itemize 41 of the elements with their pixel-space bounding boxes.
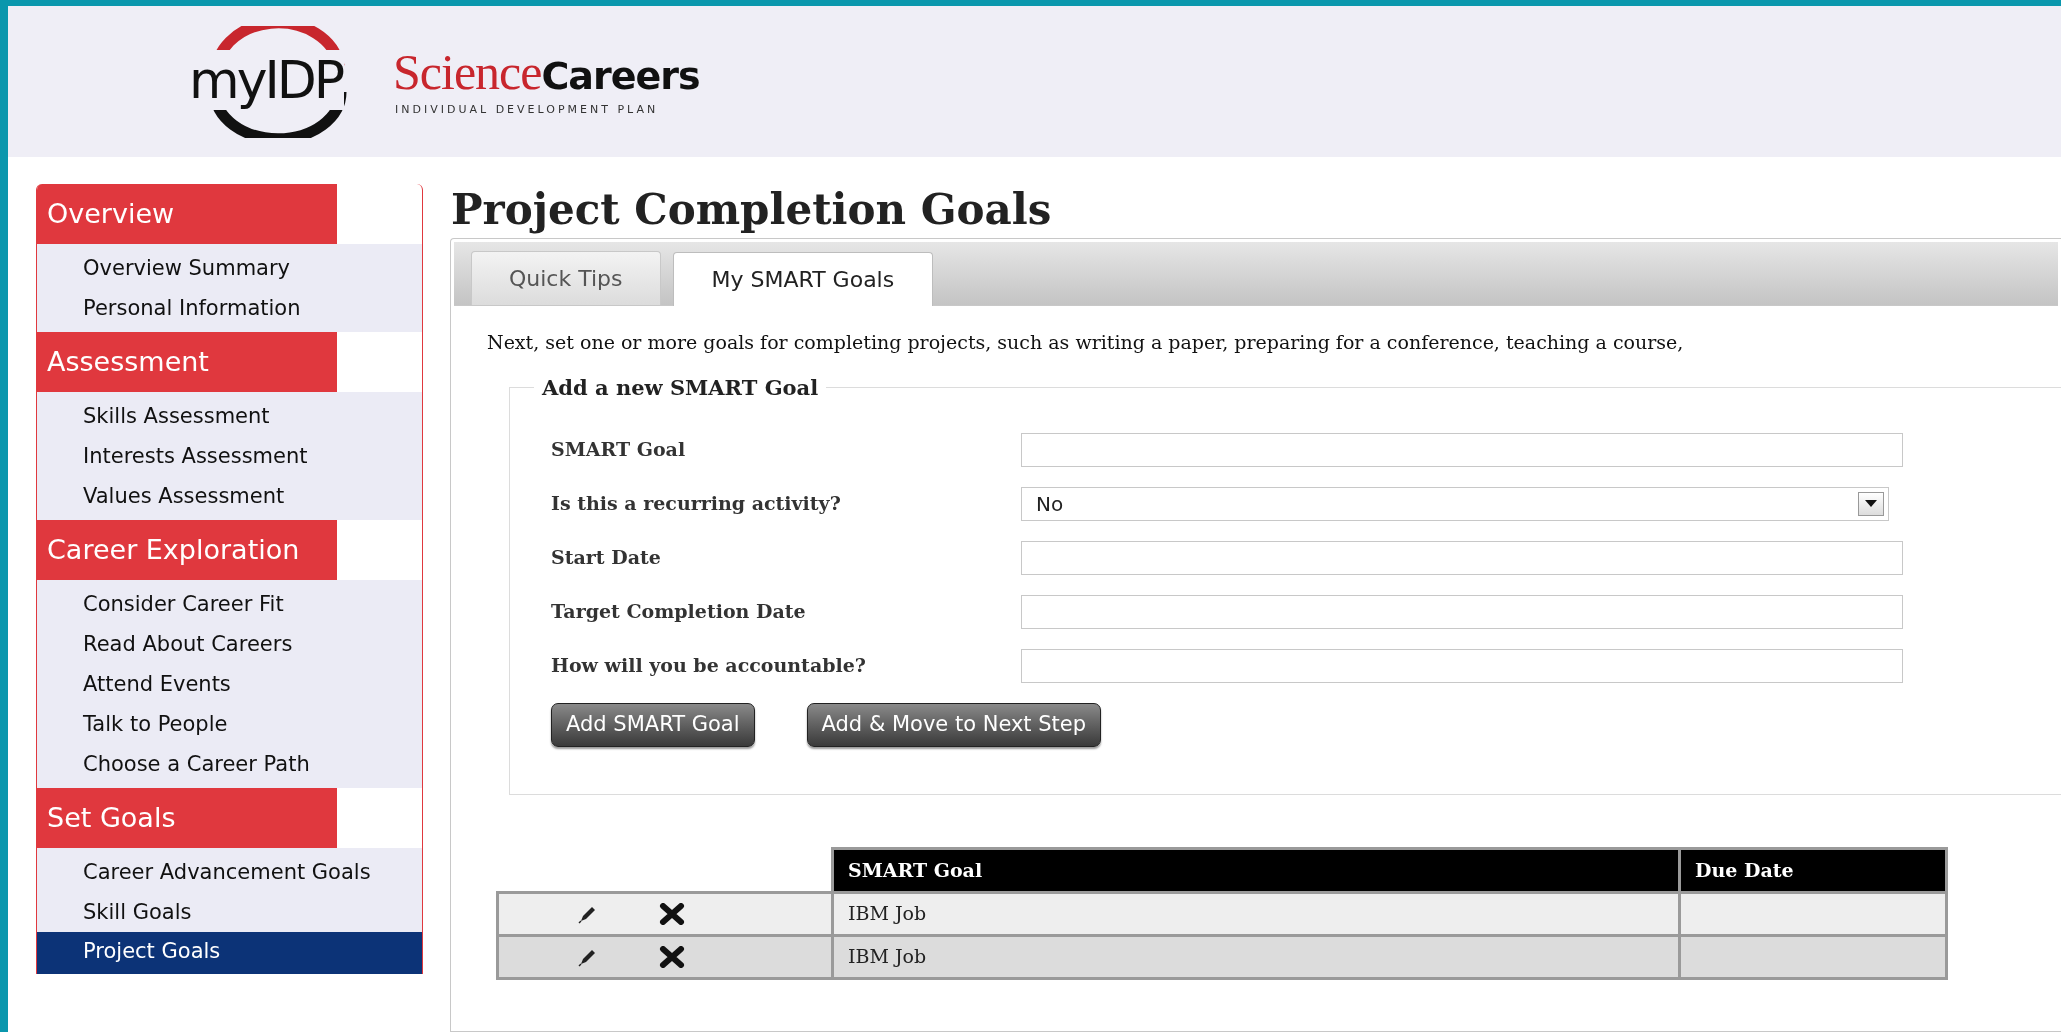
input-field[interactable] [1021, 648, 1903, 683]
input-field[interactable] [1021, 432, 1903, 467]
sidebar-item[interactable]: Values Assessment [37, 476, 422, 516]
input-field[interactable] [1021, 540, 1903, 575]
brand-careers: Careers [541, 53, 700, 101]
brand-science: Science [393, 46, 542, 99]
sidebar-item[interactable]: Overview Summary [37, 248, 422, 288]
field-label: How will you be accountable? [551, 653, 867, 679]
sidebar-item[interactable]: Personal Information [37, 288, 422, 328]
sidebar-item[interactable]: Skill Goals [37, 892, 422, 932]
field-label: SMART Goal [551, 437, 687, 463]
sidebar-item[interactable]: Career Advancement Goals [37, 852, 422, 892]
field-label: Start Date [551, 545, 662, 571]
delete-icon[interactable] [659, 902, 685, 925]
sidebar-item[interactable]: Choose a Career Path [37, 744, 422, 784]
field-label: Target Completion Date [551, 599, 807, 625]
delete-icon[interactable] [659, 945, 685, 968]
column-header: SMART Goal [832, 848, 1680, 892]
sidebar-item[interactable]: Skills Assessment [37, 396, 422, 436]
table-cell: IBM Job [832, 935, 1680, 978]
field-label: Is this a recurring activity? [551, 491, 842, 517]
select-field[interactable]: No [1021, 486, 1889, 521]
tab[interactable]: My SMART Goals [672, 252, 934, 306]
tab[interactable]: Quick Tips [471, 251, 661, 305]
sidebar-item[interactable]: Read About Careers [37, 624, 422, 664]
sidebar-item[interactable]: Consider Career Fit [37, 584, 422, 624]
sidebar-heading: Set Goals [37, 788, 337, 848]
form-button[interactable]: Add SMART Goal [551, 702, 755, 747]
intro-text: Next, set one or more goals for completing projects, such as writing a paper, preparing for a conference, teaching a course, [487, 330, 1685, 355]
form-button[interactable]: Add & Move to Next Step [806, 702, 1102, 747]
sidebar-heading: Career Exploration [37, 520, 337, 580]
sidebar-item[interactable]: Interests Assessment [37, 436, 422, 476]
sidebar-heading: Overview [37, 184, 337, 244]
sidebar-item[interactable]: Talk to People [37, 704, 422, 744]
input-field[interactable] [1021, 594, 1903, 629]
column-header: Due Date [1679, 848, 1947, 892]
page-title: Project Completion Goals [450, 184, 1053, 236]
sidebar-heading: Assessment [37, 332, 337, 392]
sidebar-item[interactable]: Attend Events [37, 664, 422, 704]
sidebar-item[interactable]: Project Goals [37, 932, 422, 974]
brand-tagline: INDIVIDUAL DEVELOPMENT PLAN [394, 102, 660, 119]
